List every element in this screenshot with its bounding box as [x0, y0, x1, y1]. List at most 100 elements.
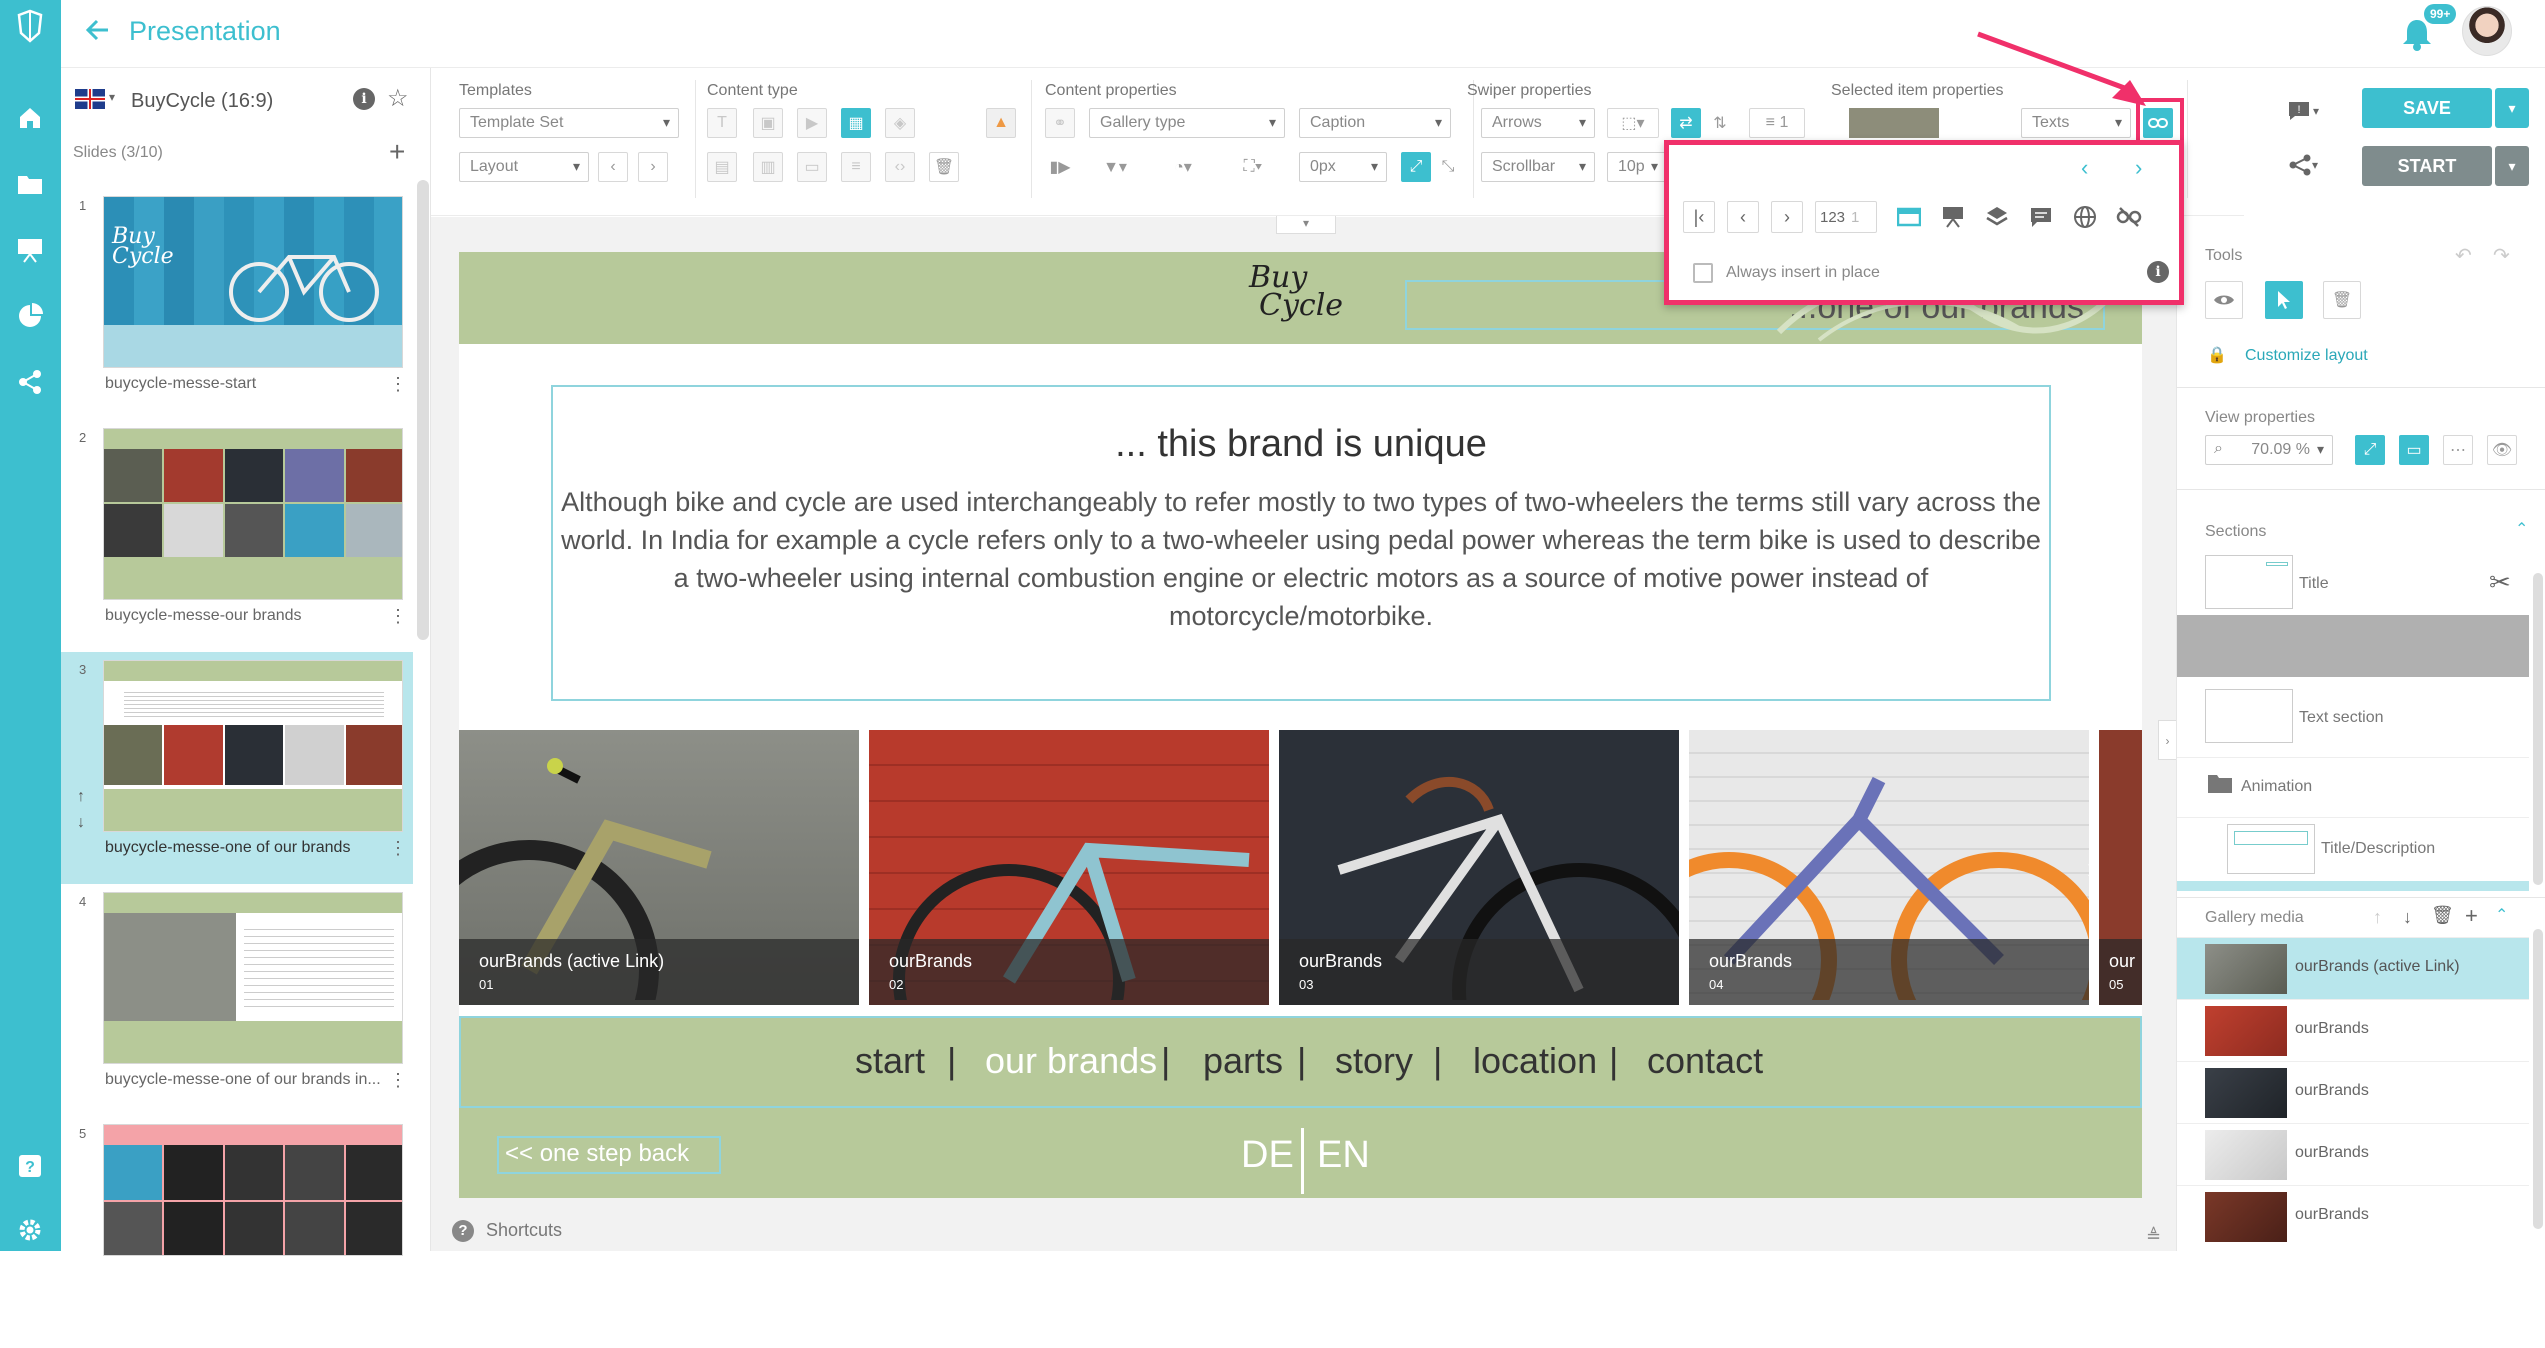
ellipsis-icon[interactable]: ⋯: [2443, 435, 2473, 465]
fit-screen-icon[interactable]: ⤢: [2355, 435, 2385, 465]
media-item[interactable]: ourBrands: [2177, 1123, 2529, 1185]
text-section[interactable]: ... this brand is unique Although bike a…: [551, 385, 2051, 701]
customize-layout-link[interactable]: Customize layout: [2245, 347, 2368, 365]
nav-link-contact[interactable]: contact: [1647, 1040, 1763, 1082]
info-icon[interactable]: i: [353, 88, 375, 110]
section-item[interactable]: Animation: [2177, 757, 2529, 817]
slide-item[interactable]: 1 Buy Cycle buycycle-messe-start ⋮: [61, 188, 413, 420]
slide-item[interactable]: 3 ↑ ↓ buycycle-messe-one of our brands ⋮: [61, 652, 413, 884]
nav-link-our-brands[interactable]: our brands: [985, 1040, 1157, 1082]
gallery-type-icon[interactable]: ▦: [841, 108, 871, 138]
slide-item[interactable]: 4 buycycle-messe-one of our brands in...…: [61, 884, 413, 1116]
collapse-panel-icon[interactable]: ›: [2158, 720, 2176, 760]
items-per-view-control[interactable]: ≡ 1: [1749, 108, 1805, 138]
back-arrow-icon[interactable]: [84, 16, 118, 50]
frame-type-icon[interactable]: ▭: [797, 152, 827, 182]
gallery-item[interactable]: ourBrands 03: [1279, 730, 1679, 1005]
uk-flag-icon[interactable]: [75, 89, 105, 109]
home-icon[interactable]: [12, 100, 48, 136]
autoplay-icon[interactable]: ▮▶: [1045, 152, 1075, 182]
gallery-item[interactable]: ourBrands 04: [1689, 730, 2089, 1005]
swap-vertical-icon[interactable]: ⇅: [1705, 108, 1735, 138]
media-item[interactable]: ourBrands: [2177, 999, 2529, 1061]
more-vert-icon[interactable]: ⋮: [389, 838, 407, 859]
popup-message-icon[interactable]: [2025, 201, 2057, 233]
phone-preview-icon[interactable]: ▭: [2399, 435, 2429, 465]
media-item[interactable]: ourBrands (active Link): [2177, 937, 2529, 999]
avatar[interactable]: [2462, 6, 2512, 56]
slide-link-icon[interactable]: [1893, 201, 1925, 233]
app-type-icon[interactable]: ▲: [986, 108, 1016, 138]
size-field[interactable]: 10p: [1607, 152, 1667, 182]
chevron-right-icon[interactable]: ›: [2135, 155, 2142, 181]
previous-slide-icon[interactable]: ‹: [1727, 201, 1759, 233]
filter-icon[interactable]: ▼▾: [1089, 152, 1141, 182]
gallery-item[interactable]: ourBrands 02: [869, 730, 1269, 1005]
slide-item[interactable]: 5: [61, 1116, 413, 1348]
share-icon[interactable]: [12, 364, 48, 400]
collapse-bottom-icon[interactable]: ≜: [2146, 1226, 2161, 1247]
gallery-next-icon[interactable]: ›: [2087, 852, 2097, 886]
chevron-right-icon[interactable]: ›: [638, 152, 668, 182]
first-slide-icon[interactable]: |‹: [1683, 201, 1715, 233]
start-button[interactable]: START: [2362, 146, 2492, 186]
logo-icon[interactable]: [12, 8, 48, 44]
spacing-select[interactable]: 0px: [1299, 152, 1387, 182]
save-dropdown-icon[interactable]: ▾: [2495, 88, 2529, 128]
presentation-icon[interactable]: [12, 232, 48, 268]
move-down-icon[interactable]: ↓: [2403, 907, 2412, 928]
folder-icon[interactable]: [12, 166, 48, 202]
arrows-select[interactable]: Arrows: [1481, 108, 1595, 138]
chevron-up-icon[interactable]: ⌃: [2515, 519, 2528, 539]
pie-chart-icon[interactable]: [12, 298, 48, 334]
slide-item[interactable]: 2 buycycle-messe-our brands ⋮: [61, 420, 413, 652]
settings-icon[interactable]: [12, 1212, 48, 1248]
nav-link-parts[interactable]: parts: [1203, 1040, 1283, 1082]
slide-number-input[interactable]: 123 1: [1815, 201, 1877, 233]
aspect-icon[interactable]: ⬚▾: [1607, 108, 1659, 138]
undo-icon[interactable]: ↶: [2455, 243, 2472, 268]
media-item[interactable]: ourBrands: [2177, 1061, 2529, 1123]
scrollbar-select[interactable]: Scrollbar: [1481, 152, 1595, 182]
caption-select[interactable]: Caption: [1299, 108, 1451, 138]
back-link[interactable]: << one step back: [497, 1136, 721, 1174]
link-icon[interactable]: ⚭: [1045, 108, 1075, 138]
help-icon[interactable]: ?: [12, 1148, 48, 1184]
media-scrollbar[interactable]: [2533, 929, 2543, 1229]
clear-icon[interactable]: 🗑: [2323, 281, 2361, 319]
slides-scrollbar[interactable]: [417, 180, 429, 640]
3d-type-icon[interactable]: ◈: [885, 108, 915, 138]
more-vert-icon[interactable]: ⋮: [389, 606, 407, 627]
nav-link-story[interactable]: story: [1335, 1040, 1413, 1082]
image-type-icon[interactable]: ▣: [753, 108, 783, 138]
preview-eye-icon[interactable]: [2205, 281, 2243, 319]
add-slide-icon[interactable]: +: [389, 136, 405, 168]
scissors-icon[interactable]: ✂: [2489, 567, 2511, 598]
fit-icon[interactable]: ⤢: [1401, 152, 1431, 182]
comment-icon[interactable]: ! ▾: [2276, 92, 2330, 130]
gallery-type-select[interactable]: Gallery type: [1089, 108, 1285, 138]
save-button[interactable]: SAVE: [2362, 88, 2492, 128]
unlink-icon[interactable]: [2113, 201, 2145, 233]
move-up-icon[interactable]: ↑: [2373, 907, 2382, 928]
eye-icon[interactable]: 👁: [2487, 435, 2517, 465]
pdf-type-icon[interactable]: ▤: [707, 152, 737, 182]
redo-icon[interactable]: ↷: [2493, 243, 2510, 268]
help-icon[interactable]: ?: [452, 1220, 474, 1242]
code-type-icon[interactable]: ‹›: [885, 152, 915, 182]
shrink-icon[interactable]: ⤡: [1433, 152, 1463, 182]
sections-scrollbar[interactable]: [2533, 573, 2543, 885]
table-type-icon[interactable]: ▥: [753, 152, 783, 182]
delete-icon[interactable]: 🗑: [929, 152, 959, 182]
zoom-field[interactable]: ⌕ 70.09 %: [2205, 435, 2333, 465]
info-icon[interactable]: i: [2147, 261, 2169, 283]
lang-de-link[interactable]: DE: [1241, 1134, 1294, 1177]
star-icon[interactable]: ☆: [387, 84, 409, 113]
text-type-icon[interactable]: T: [707, 108, 737, 138]
lang-en-link[interactable]: EN: [1317, 1134, 1370, 1177]
add-media-icon[interactable]: +: [2465, 903, 2478, 929]
presentation-link-icon[interactable]: [1937, 201, 1969, 233]
gallery-item[interactable]: ourBrands (active Link) 01: [459, 730, 859, 1005]
video-type-icon[interactable]: ▶: [797, 108, 827, 138]
section-item[interactable]: Text section: [2177, 677, 2529, 757]
